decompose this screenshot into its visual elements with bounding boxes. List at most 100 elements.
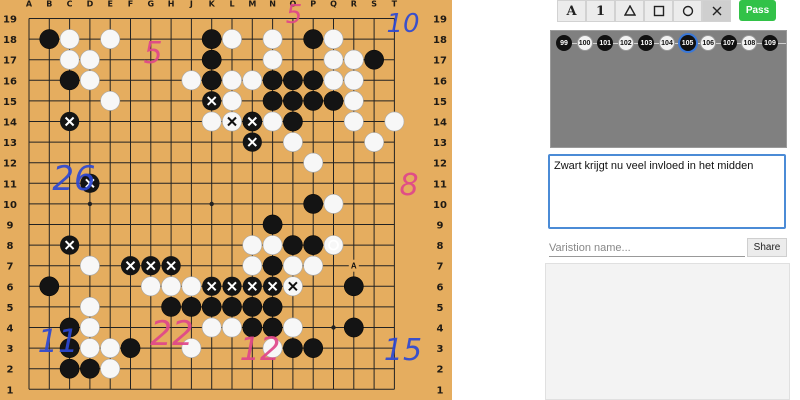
black-stone[interactable] — [59, 70, 80, 91]
white-stone[interactable] — [323, 235, 344, 256]
black-stone[interactable] — [59, 358, 80, 379]
white-stone[interactable] — [80, 255, 100, 276]
square-tool-button[interactable] — [644, 0, 673, 22]
go-board[interactable]: A B C D E F G H J K L M N O P Q R S T 19 19 18 18 17 17 16 16 15 15 1… — [0, 0, 452, 400]
black-stone[interactable] — [222, 297, 242, 317]
black-stone[interactable] — [283, 91, 303, 111]
white-stone[interactable] — [343, 49, 364, 70]
cross-tool-button[interactable] — [702, 0, 731, 22]
variation-name-input[interactable] — [549, 240, 745, 257]
black-stone[interactable] — [283, 111, 303, 132]
white-stone[interactable] — [201, 111, 222, 132]
white-stone[interactable] — [282, 255, 303, 276]
white-stone[interactable] — [100, 358, 121, 379]
black-stone[interactable] — [303, 29, 324, 49]
black-stone[interactable] — [343, 276, 364, 297]
white-stone[interactable] — [303, 255, 324, 276]
black-stone[interactable] — [303, 70, 324, 91]
white-stone[interactable] — [384, 111, 405, 132]
white-stone[interactable] — [262, 29, 283, 49]
white-stone[interactable] — [100, 338, 121, 359]
move-node[interactable]: 99 — [556, 35, 572, 51]
white-stone[interactable] — [201, 317, 222, 338]
white-stone[interactable] — [80, 317, 100, 338]
black-stone[interactable] — [201, 29, 222, 49]
move-node[interactable]: 109 — [762, 35, 778, 51]
move-node[interactable]: 102 — [617, 35, 634, 51]
black-stone[interactable] — [120, 338, 141, 358]
white-stone[interactable] — [282, 132, 303, 153]
white-stone[interactable] — [59, 49, 80, 70]
circle-tool-button[interactable] — [673, 0, 702, 22]
black-stone[interactable] — [242, 297, 263, 317]
black-stone[interactable] — [262, 91, 283, 111]
white-stone[interactable] — [343, 111, 364, 132]
black-stone[interactable] — [323, 91, 344, 111]
move-node[interactable]: 105 — [679, 35, 696, 51]
white-stone[interactable] — [323, 49, 344, 70]
black-stone[interactable] — [283, 235, 303, 255]
black-stone[interactable] — [262, 70, 283, 91]
black-stone[interactable] — [80, 358, 100, 379]
white-stone[interactable] — [282, 317, 303, 338]
white-stone[interactable] — [80, 70, 100, 91]
move-node[interactable]: 107 — [720, 35, 737, 51]
triangle-tool-button[interactable] — [615, 0, 644, 22]
move-node[interactable]: 103 — [638, 35, 655, 51]
black-stone[interactable] — [303, 235, 324, 255]
white-stone[interactable] — [242, 255, 263, 276]
black-stone[interactable] — [343, 317, 364, 338]
comment-textarea[interactable] — [548, 154, 786, 229]
black-stone[interactable] — [39, 29, 60, 49]
white-stone[interactable] — [262, 111, 283, 132]
move-node[interactable]: 104 — [659, 35, 675, 51]
white-stone[interactable] — [364, 132, 385, 153]
white-stone[interactable] — [222, 91, 242, 111]
white-stone[interactable] — [323, 29, 344, 49]
board-canvas[interactable]: A B C D E F G H J K L M N O P Q R S T19 1918 1817 1716 1615 151… — [0, 0, 452, 400]
white-stone[interactable] — [262, 235, 283, 256]
black-stone[interactable] — [201, 297, 222, 317]
white-stone[interactable] — [181, 70, 202, 91]
black-stone[interactable] — [201, 49, 222, 70]
white-stone[interactable] — [181, 276, 202, 297]
black-stone[interactable] — [262, 297, 283, 317]
black-stone[interactable] — [303, 194, 324, 214]
white-stone[interactable] — [242, 235, 263, 256]
number-tool-button[interactable]: 1 — [586, 0, 615, 22]
move-node[interactable]: 106 — [700, 35, 717, 51]
move-node[interactable]: 108 — [741, 35, 758, 51]
white-stone[interactable] — [262, 49, 283, 70]
share-button[interactable]: Share — [747, 238, 787, 257]
white-stone[interactable] — [80, 338, 100, 359]
white-stone[interactable] — [343, 91, 364, 111]
white-stone[interactable] — [222, 29, 242, 49]
white-stone[interactable] — [222, 70, 242, 91]
move-node[interactable]: 100 — [576, 35, 593, 51]
white-stone[interactable] — [161, 276, 182, 297]
white-stone[interactable] — [100, 29, 121, 49]
move-node[interactable]: 101 — [597, 35, 614, 51]
white-stone[interactable] — [323, 70, 344, 91]
white-stone[interactable] — [59, 29, 80, 49]
black-stone[interactable] — [364, 49, 384, 70]
black-stone[interactable] — [39, 276, 60, 297]
pass-button[interactable]: Pass — [739, 0, 776, 21]
white-stone[interactable] — [323, 193, 344, 214]
white-stone[interactable] — [140, 276, 161, 297]
white-stone[interactable] — [80, 49, 100, 70]
white-stone[interactable] — [242, 70, 263, 91]
white-stone[interactable] — [303, 152, 324, 173]
move-tree[interactable]: 99 100 101 102 103 104 105 106 107 108 109 — [550, 30, 787, 148]
black-stone[interactable] — [201, 70, 222, 91]
black-stone[interactable] — [303, 91, 324, 111]
black-stone[interactable] — [262, 214, 283, 235]
letter-tool-button[interactable]: A — [557, 0, 586, 22]
black-stone[interactable] — [283, 338, 303, 358]
black-stone[interactable] — [303, 338, 324, 358]
white-stone[interactable] — [80, 296, 100, 317]
white-stone[interactable] — [100, 91, 121, 111]
black-stone[interactable] — [283, 70, 303, 91]
white-stone[interactable] — [343, 70, 364, 91]
black-stone[interactable] — [262, 255, 283, 276]
